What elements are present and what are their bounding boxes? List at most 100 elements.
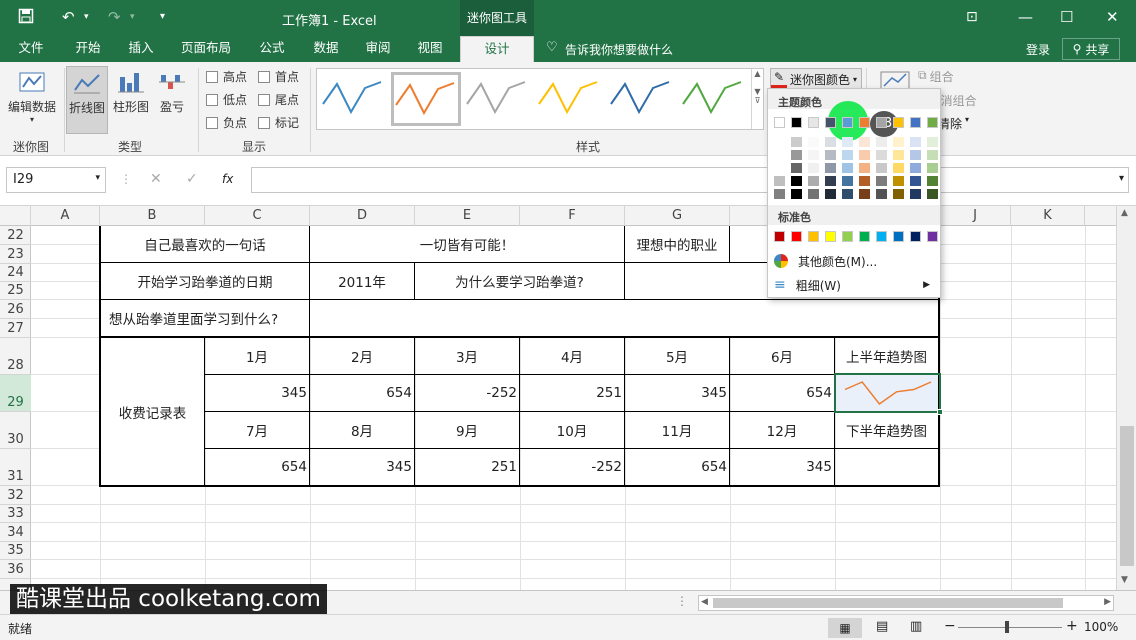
redo-dropdown-icon[interactable]: ▾: [130, 8, 135, 26]
theme-color-swatch[interactable]: [842, 117, 853, 128]
last-point-checkbox[interactable]: 尾点: [258, 91, 299, 108]
theme-shade-swatch[interactable]: [808, 163, 819, 173]
row-header-26[interactable]: 26: [0, 300, 31, 319]
row-header-32[interactable]: 32: [0, 486, 31, 505]
month-cell[interactable]: 1月: [205, 338, 309, 374]
login-link[interactable]: 登录: [1026, 41, 1050, 58]
style-swatch-gold[interactable]: [535, 72, 605, 126]
theme-shade-swatch[interactable]: [859, 176, 870, 186]
column-header-e[interactable]: E: [415, 206, 520, 226]
value-cell[interactable]: 654: [205, 449, 309, 485]
expand-formula-icon[interactable]: ▾: [1119, 173, 1124, 184]
row-header-22[interactable]: 22: [0, 226, 31, 245]
tab-page-layout[interactable]: 页面布局: [174, 36, 238, 62]
theme-shade-swatch[interactable]: [910, 137, 921, 147]
undo-icon[interactable]: ↶: [62, 8, 75, 26]
h1-trend-label-cell[interactable]: 上半年趋势图: [835, 338, 938, 374]
theme-shade-swatch[interactable]: [808, 189, 819, 199]
share-button[interactable]: ⚲ 共享: [1062, 38, 1120, 60]
row-header-23[interactable]: 23: [0, 245, 31, 264]
zoom-slider[interactable]: [958, 627, 1062, 628]
value-cell[interactable]: 345: [205, 375, 309, 411]
fee-record-label-cell[interactable]: 收费记录表: [101, 338, 204, 485]
row-header-27[interactable]: 27: [0, 319, 31, 338]
month-cell[interactable]: 3月: [415, 338, 519, 374]
weight-item[interactable]: ≡ 粗细(W) ▶: [774, 275, 936, 295]
style-swatch-green[interactable]: [679, 72, 749, 126]
theme-shade-swatch[interactable]: [910, 189, 921, 199]
theme-shade-swatch[interactable]: [825, 189, 836, 199]
theme-shade-swatch[interactable]: [825, 163, 836, 173]
edit-data-button[interactable]: 编辑数据 ▾: [4, 66, 60, 124]
month-cell[interactable]: 12月: [730, 412, 834, 448]
formula-input[interactable]: ▾: [251, 167, 1129, 193]
month-cell[interactable]: 4月: [520, 338, 624, 374]
row-header-25[interactable]: 25: [0, 282, 31, 300]
theme-shade-swatch[interactable]: [791, 163, 802, 173]
value-cell[interactable]: -252: [520, 449, 624, 485]
ribbon-display-options-icon[interactable]: ⊡: [966, 8, 978, 26]
row-header-34[interactable]: 34: [0, 523, 31, 542]
month-cell[interactable]: 5月: [625, 338, 729, 374]
theme-shade-swatch[interactable]: [842, 150, 853, 160]
style-swatch-blue[interactable]: [319, 72, 389, 126]
normal-view-icon[interactable]: ▦: [828, 618, 862, 638]
style-swatch-orange[interactable]: [391, 72, 461, 126]
gallery-scroll[interactable]: ▲ ▼ ⊽: [751, 69, 763, 129]
theme-shade-swatch[interactable]: [808, 150, 819, 160]
minimize-icon[interactable]: —: [1018, 8, 1033, 26]
theme-color-swatch[interactable]: [774, 117, 785, 128]
column-header-c[interactable]: C: [205, 206, 310, 226]
value-cell[interactable]: 251: [415, 449, 519, 485]
theme-shade-swatch[interactable]: [893, 176, 904, 186]
row-header-30[interactable]: 30: [0, 412, 31, 449]
value-cell[interactable]: 654: [625, 449, 729, 485]
scroll-down-icon[interactable]: ▼: [1121, 575, 1128, 585]
theme-shade-swatch[interactable]: [927, 163, 938, 173]
month-cell[interactable]: 9月: [415, 412, 519, 448]
standard-color-swatch[interactable]: [842, 231, 853, 242]
column-header-d[interactable]: D: [310, 206, 415, 226]
column-header-k[interactable]: K: [1011, 206, 1085, 226]
theme-shade-swatch[interactable]: [876, 150, 887, 160]
month-cell[interactable]: 7月: [205, 412, 309, 448]
value-cell[interactable]: 654: [310, 375, 414, 411]
theme-shade-swatch[interactable]: [842, 176, 853, 186]
standard-color-swatch[interactable]: [927, 231, 938, 242]
cancel-icon[interactable]: ✕: [150, 171, 162, 187]
theme-shade-swatch[interactable]: [927, 150, 938, 160]
winloss-sparkline-button[interactable]: 盈亏: [154, 66, 190, 115]
sparkline-color-button[interactable]: ✎ 迷你图颜色 ▾: [770, 68, 862, 90]
theme-color-swatch[interactable]: [825, 117, 836, 128]
theme-shade-swatch[interactable]: [791, 189, 802, 199]
theme-shade-swatch[interactable]: [876, 163, 887, 173]
standard-color-swatch[interactable]: [893, 231, 904, 242]
month-cell[interactable]: 6月: [730, 338, 834, 374]
column-header-a[interactable]: A: [31, 206, 100, 226]
row-header-33[interactable]: 33: [0, 505, 31, 523]
theme-shade-swatch[interactable]: [927, 189, 938, 199]
tab-view[interactable]: 视图: [408, 36, 452, 62]
first-point-checkbox[interactable]: 首点: [258, 68, 299, 85]
tab-formulas[interactable]: 公式: [250, 36, 294, 62]
theme-shade-swatch[interactable]: [859, 163, 870, 173]
theme-shade-swatch[interactable]: [859, 189, 870, 199]
page-layout-view-icon[interactable]: ▤: [876, 619, 888, 634]
value-cell[interactable]: 345: [310, 449, 414, 485]
theme-color-swatch[interactable]: [910, 117, 921, 128]
theme-shade-swatch[interactable]: [910, 176, 921, 186]
style-swatch-gray[interactable]: [463, 72, 533, 126]
theme-shade-swatch[interactable]: [876, 189, 887, 199]
column-header-j[interactable]: J: [940, 206, 1011, 226]
theme-color-swatch[interactable]: [791, 117, 802, 128]
tab-home[interactable]: 开始: [62, 36, 114, 62]
theme-shade-swatch[interactable]: [893, 137, 904, 147]
theme-shade-swatch[interactable]: [927, 137, 938, 147]
value-cell[interactable]: 654: [730, 375, 834, 411]
row-header-28[interactable]: 28: [0, 338, 31, 375]
start-date-label-cell[interactable]: 开始学习跆拳道的日期: [101, 263, 309, 299]
theme-shade-swatch[interactable]: [893, 150, 904, 160]
theme-shade-swatch[interactable]: [842, 163, 853, 173]
theme-shade-swatch[interactable]: [791, 176, 802, 186]
row-header-36[interactable]: 36: [0, 560, 31, 579]
